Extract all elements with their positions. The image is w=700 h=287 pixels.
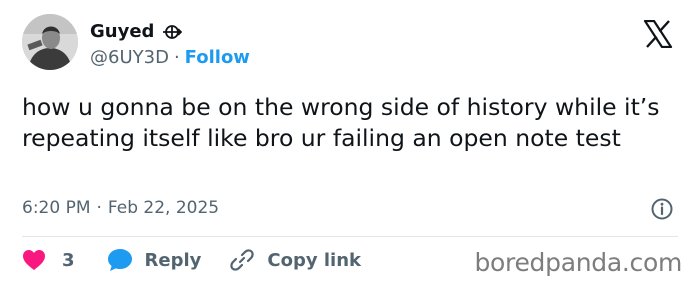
copy-link-label: Copy link [267, 249, 361, 271]
handle[interactable]: @6UY3D [90, 47, 169, 68]
action-bar: 3 Reply Copy link [22, 246, 361, 274]
info-icon[interactable] [650, 197, 674, 221]
heart-icon [22, 249, 46, 271]
watermark: boredpanda.com [474, 248, 682, 277]
tweet-text: how u gonna be on the wrong side of hist… [22, 93, 660, 152]
follow-button[interactable]: Follow [185, 47, 250, 68]
globe-crossed-icon [162, 22, 183, 42]
author-name-row: Guyed [90, 21, 183, 42]
reply-label: Reply [144, 249, 202, 271]
copy-link-button[interactable]: Copy link [229, 247, 361, 273]
reply-bubble-icon [107, 248, 133, 272]
handle-separator: · [173, 47, 180, 68]
x-logo-icon[interactable] [643, 19, 673, 49]
like-count: 3 [62, 249, 75, 271]
link-icon [229, 247, 255, 273]
avatar[interactable] [22, 14, 78, 70]
tweet-time[interactable]: 6:20 PM [22, 198, 91, 218]
avatar-image [22, 14, 78, 70]
display-name[interactable]: Guyed [90, 21, 154, 42]
tweet-meta: 6:20 PM · Feb 22, 2025 [22, 198, 219, 218]
divider [22, 236, 678, 237]
handle-row: @6UY3D · Follow [90, 47, 250, 68]
meta-separator: · [96, 198, 102, 218]
like-button[interactable]: 3 [22, 249, 75, 271]
tweet-date[interactable]: Feb 22, 2025 [108, 198, 219, 218]
reply-button[interactable]: Reply [107, 248, 202, 272]
